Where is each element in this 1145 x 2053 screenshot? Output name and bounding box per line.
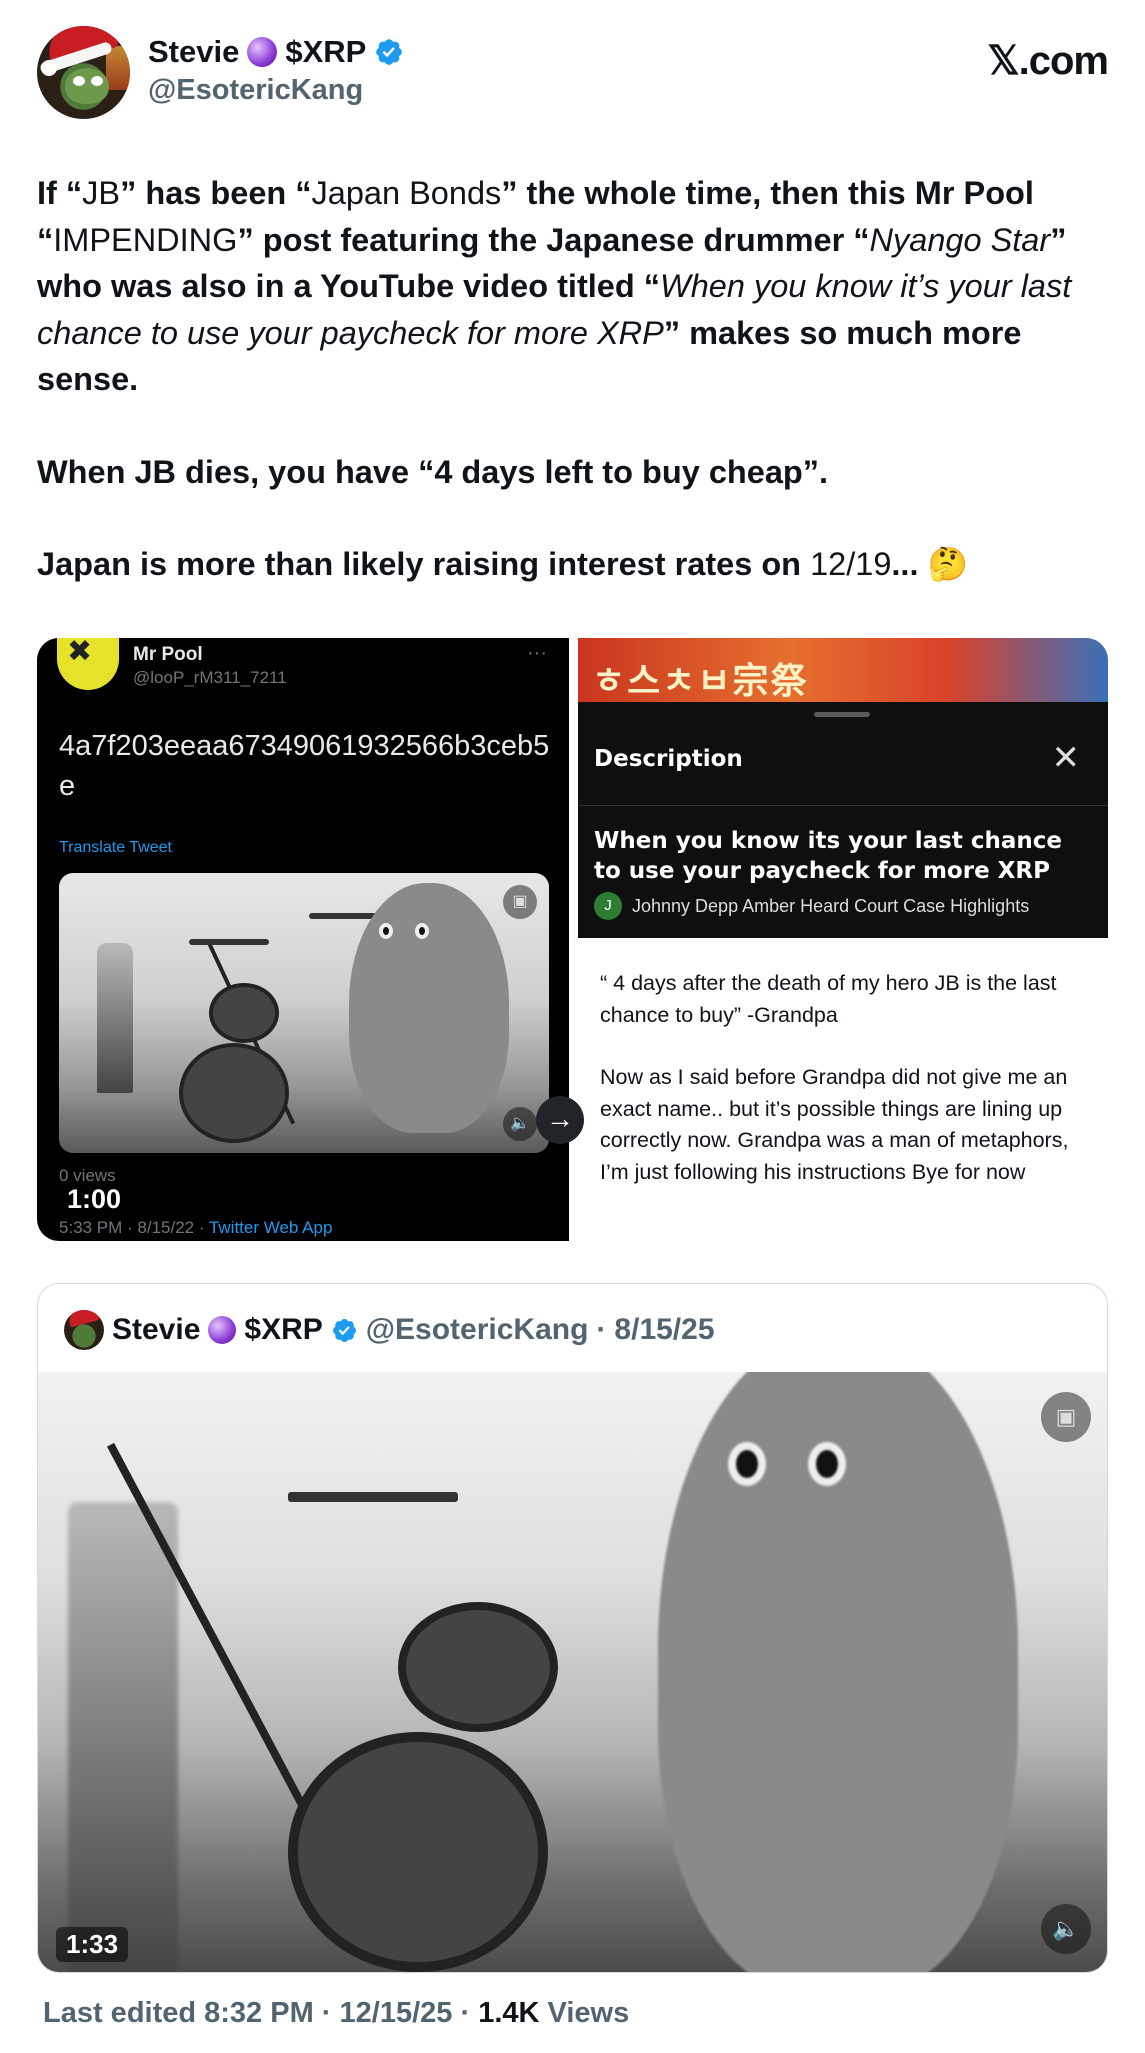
mr-pool-video-thumbnail: ▣ 🔈 bbox=[59, 873, 549, 1153]
mr-pool-hash-text: 4a7f203eeaa67349061932566b3ceb5e bbox=[59, 730, 550, 802]
close-icon: ✕ bbox=[1051, 739, 1081, 777]
channel-name: Johnny Depp Amber Heard Court Case Highl… bbox=[632, 895, 1030, 916]
tweet-text-segment: If “ bbox=[37, 175, 83, 211]
crystal-ball-icon bbox=[247, 37, 278, 67]
verified-badge-icon bbox=[332, 1318, 356, 1342]
media-screenshot-mr-pool[interactable]: Mr Pool @looP_rM311_7211 ··· 4a7f203eeaa… bbox=[37, 638, 569, 1241]
channel-row: J Johnny Depp Amber Heard Court Case Hig… bbox=[594, 892, 1029, 920]
description-title: Description bbox=[594, 746, 743, 772]
mr-pool-avatar bbox=[57, 638, 119, 690]
tweet-paragraph-2: When JB dies, you have “4 days left to b… bbox=[37, 453, 829, 490]
verified-badge-icon bbox=[376, 39, 403, 65]
author-name[interactable]: Stevie bbox=[148, 34, 239, 70]
tweet-text-segment: ” has been “ bbox=[120, 175, 312, 211]
video-banner: ㅎ스ㅊㅂ宗祭 bbox=[578, 638, 1108, 702]
quoted-tweet[interactable]: Stevie $XRP @EsotericKang · 8/15/25 ▣ 🔈 … bbox=[37, 1283, 1108, 1973]
mr-pool-views: 0 views bbox=[59, 1166, 116, 1185]
mr-pool-handle: @looP_rM311_7211 bbox=[133, 668, 287, 687]
crystal-ball-icon bbox=[208, 1316, 237, 1344]
author-handle[interactable]: @EsotericKang bbox=[148, 74, 404, 107]
quoted-tweet-header: Stevie $XRP @EsotericKang · 8/15/25 bbox=[64, 1310, 715, 1350]
tweet-text-segment: Japan Bonds bbox=[311, 175, 502, 211]
edited-timestamp[interactable]: Last edited 8:32 PM · 12/15/25 · bbox=[43, 1997, 470, 2029]
video-duration: 1:00 bbox=[67, 1184, 122, 1214]
quoted-tweet-date: 8/15/25 bbox=[614, 1313, 715, 1346]
grandpa-note: “ 4 days after the death of my hero JB i… bbox=[600, 971, 1069, 1184]
volume-icon: 🔈 bbox=[503, 1107, 537, 1141]
tweet-text-segment: Nyango Star bbox=[869, 221, 1051, 258]
quoted-author-name: Stevie bbox=[112, 1313, 201, 1346]
gif-icon: ▣ bbox=[503, 885, 537, 919]
tweet-header: Stevie $XRP @EsotericKang 𝕏.com bbox=[37, 26, 1109, 119]
author-ticker: $XRP bbox=[285, 34, 367, 69]
quoted-author-handle: @EsotericKang bbox=[365, 1313, 589, 1346]
mr-pool-name: Mr Pool bbox=[133, 644, 203, 665]
media-screenshot-youtube[interactable]: ㅎ스ㅊㅂ宗祭 Description ✕ When you know its y… bbox=[578, 638, 1108, 1241]
more-icon: ··· bbox=[527, 642, 547, 664]
next-arrow-icon[interactable]: → bbox=[536, 1096, 584, 1144]
tweet-meta: Last edited 8:32 PM · 12/15/25 · 1.4K Vi… bbox=[43, 1997, 629, 2030]
tweet-text: If “JB” has been “Japan Bonds” the whole… bbox=[37, 170, 1112, 634]
tweet-paragraph-1: If “JB” has been “Japan Bonds” the whole… bbox=[37, 170, 1112, 403]
quoted-author-ticker: $XRP bbox=[244, 1313, 323, 1346]
channel-avatar: J bbox=[594, 892, 622, 920]
quoted-author-avatar bbox=[64, 1310, 104, 1350]
x-logo: 𝕏.com bbox=[987, 39, 1109, 83]
views-count: 1.4K bbox=[478, 1997, 540, 2029]
translate-link: Translate Tweet bbox=[59, 839, 172, 856]
tweet-text-segment: IMPENDING bbox=[53, 221, 238, 258]
volume-icon[interactable]: 🔈 bbox=[1041, 1904, 1091, 1954]
video-title: When you know its your last chance to us… bbox=[594, 828, 1062, 884]
quoted-video[interactable]: ▣ 🔈 1:33 bbox=[38, 1372, 1107, 1972]
tweet-text-segment: JB bbox=[82, 175, 121, 211]
tweet-paragraph-3: Japan is more than likely raising intere… bbox=[37, 546, 968, 582]
tweet-text-segment: ” post featuring the Japanese drummer “ bbox=[237, 221, 870, 258]
mr-pool-date: 5:33 PM · 8/15/22 · Twitter Web App bbox=[59, 1218, 333, 1237]
drag-handle bbox=[814, 712, 870, 717]
author-name-row[interactable]: Stevie $XRP bbox=[148, 34, 404, 70]
views-label: Views bbox=[547, 1997, 630, 2029]
media-grid: Mr Pool @looP_rM311_7211 ··· 4a7f203eeaa… bbox=[37, 638, 1108, 1241]
author-avatar[interactable] bbox=[37, 26, 130, 119]
gif-icon: ▣ bbox=[1041, 1392, 1091, 1442]
author-info: Stevie $XRP @EsotericKang bbox=[148, 34, 404, 107]
description-panel: Description ✕ When you know its your las… bbox=[578, 702, 1108, 938]
video-duration: 1:33 bbox=[56, 1927, 129, 1962]
